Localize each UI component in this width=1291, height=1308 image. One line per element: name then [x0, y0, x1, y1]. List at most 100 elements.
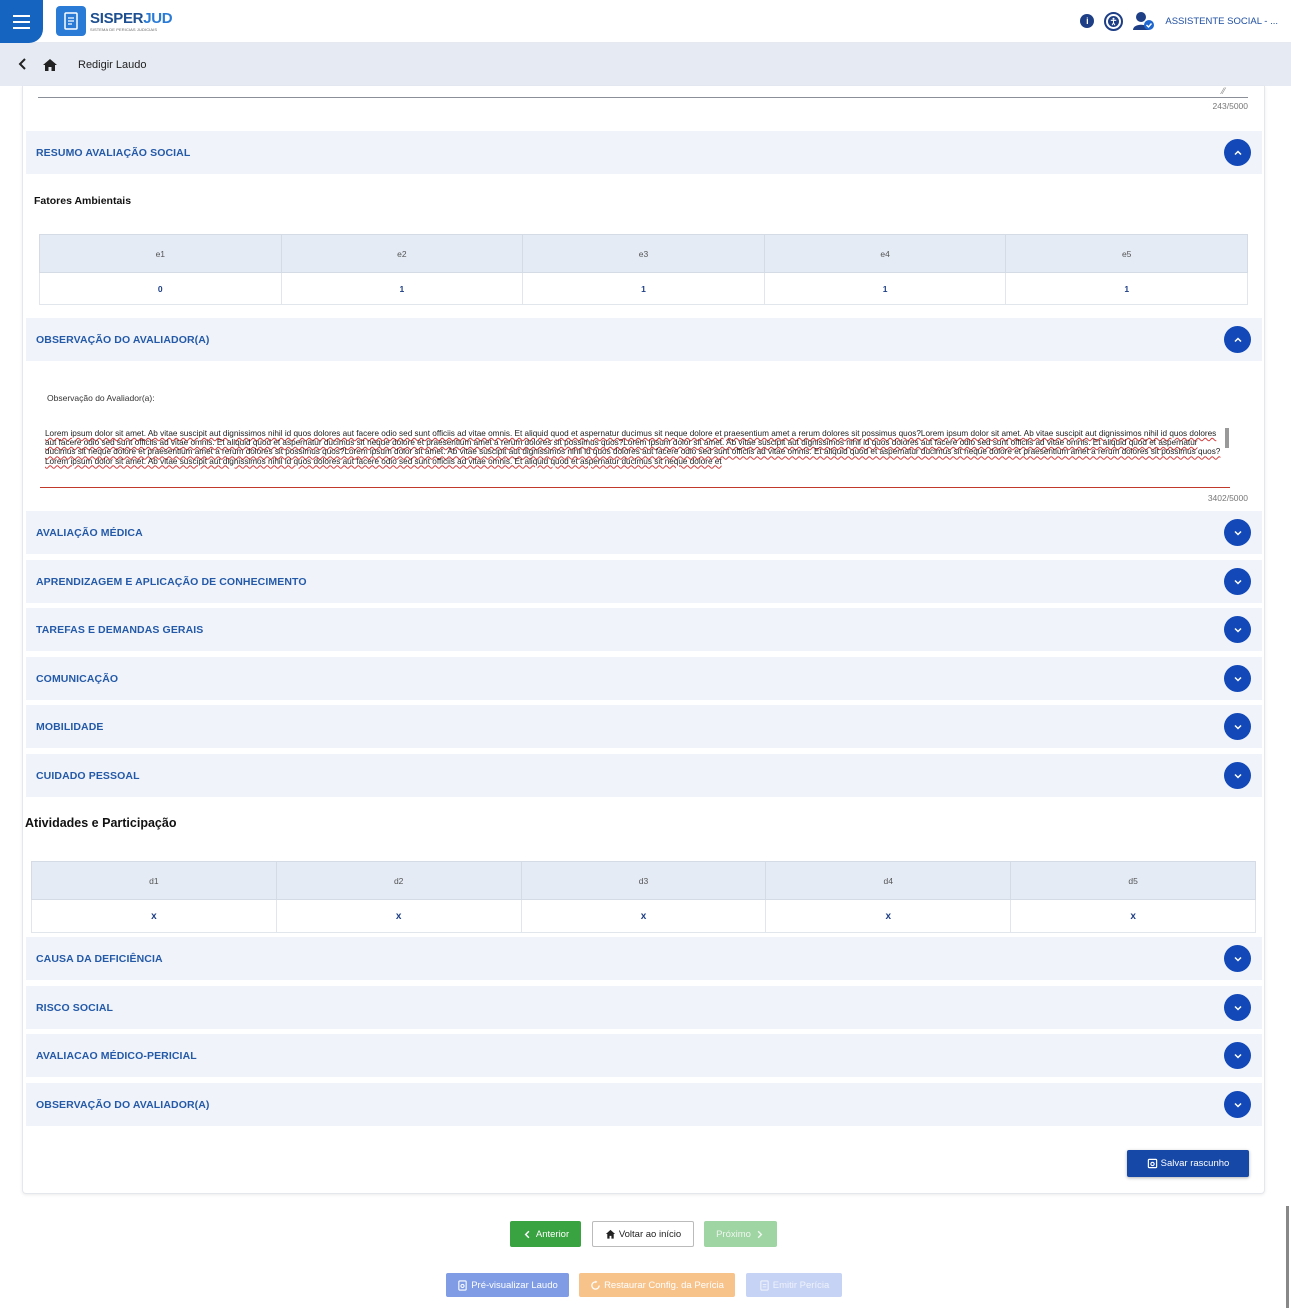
- section-title: AVALIAÇÃO MÉDICA: [36, 526, 143, 539]
- breadcrumb-current: Redigir Laudo: [78, 58, 147, 71]
- document-icon: [56, 6, 86, 36]
- table-header: d3: [520, 861, 767, 900]
- section-title: TAREFAS E DEMANDAS GERAIS: [36, 623, 204, 636]
- section-title: COMUNICAÇÃO: [36, 672, 119, 685]
- previous-button[interactable]: Anterior: [510, 1221, 581, 1247]
- restore-config-button[interactable]: Restaurar Config. da Perícia: [579, 1273, 735, 1297]
- section-title: AVALIACAO MÉDICO-PERICIAL: [36, 1049, 197, 1062]
- table-header: e4: [763, 234, 1007, 273]
- chevron-down-icon[interactable]: [1224, 1042, 1251, 1069]
- table-cell: 1: [280, 272, 524, 305]
- section-aprendizagem[interactable]: APRENDIZAGEM E APLICAÇÃO DE CONHECIMENTO: [26, 560, 1262, 603]
- section-resumo-avaliacao-social[interactable]: RESUMO AVALIAÇÃO SOCIAL: [26, 131, 1262, 174]
- home-icon[interactable]: [42, 58, 58, 72]
- textarea-scrollbar[interactable]: [1225, 428, 1229, 448]
- textarea-resize-handle[interactable]: ⁄⁄: [1222, 86, 1225, 96]
- table-header: e3: [522, 234, 765, 273]
- section-causa-deficiencia[interactable]: CAUSA DA DEFICIÊNCIA: [26, 937, 1262, 980]
- section-title: RESUMO AVALIAÇÃO SOCIAL: [36, 146, 191, 159]
- section-mobilidade[interactable]: MOBILIDADE: [26, 705, 1262, 748]
- preview-icon: [458, 1279, 467, 1291]
- section-comunicacao[interactable]: COMUNICAÇÃO: [26, 657, 1262, 700]
- previous-label: Anterior: [535, 1228, 570, 1240]
- section-avaliacao-medico-pericial[interactable]: AVALIACAO MÉDICO-PERICIAL: [26, 1034, 1262, 1077]
- chevron-down-icon[interactable]: [1224, 945, 1251, 972]
- menu-icon: [13, 13, 30, 31]
- table-header: d2: [275, 861, 522, 900]
- logo-title: SISPERJUD: [90, 9, 173, 27]
- accessibility-icon[interactable]: [1104, 11, 1124, 31]
- section-avaliacao-medica[interactable]: AVALIAÇÃO MÉDICA: [26, 511, 1262, 554]
- emit-report-button[interactable]: Emitir Perícia: [746, 1273, 842, 1297]
- table-header: e2: [280, 234, 524, 273]
- breadcrumb: Redigir Laudo: [0, 43, 1291, 86]
- char-counter: 243/5000: [1212, 101, 1248, 111]
- previous-textarea-border: [38, 97, 1248, 98]
- back-to-start-button[interactable]: Voltar ao início: [592, 1221, 694, 1247]
- chevron-down-icon[interactable]: [1224, 665, 1251, 692]
- table-cell: 1: [1005, 272, 1248, 305]
- chevron-up-icon[interactable]: [1224, 326, 1251, 353]
- chevron-down-icon[interactable]: [1224, 568, 1251, 595]
- section-risco-social[interactable]: RISCO SOCIAL: [26, 986, 1262, 1029]
- section-title: APRENDIZAGEM E APLICAÇÃO DE CONHECIMENTO: [36, 575, 307, 588]
- info-icon[interactable]: i: [1080, 14, 1095, 28]
- app-logo[interactable]: SISPERJUD SISTEMA DE PERICIAS JUDICIAIS: [56, 6, 173, 36]
- table-cell: x: [520, 899, 767, 933]
- fatores-table: e1 e2 e3 e4 e5 0 1 1 1 1: [39, 234, 1248, 305]
- chevron-down-icon[interactable]: [1224, 762, 1251, 789]
- next-button[interactable]: Próximo: [704, 1221, 777, 1247]
- section-title: CAUSA DA DEFICIÊNCIA: [36, 952, 163, 965]
- chevron-down-icon[interactable]: [1224, 616, 1251, 643]
- observacao-field-label: Observação do Avaliador(a):: [47, 393, 155, 403]
- refresh-icon: [591, 1279, 600, 1290]
- back-to-start-label: Voltar ao início: [618, 1228, 682, 1240]
- section-tarefas[interactable]: TAREFAS E DEMANDAS GERAIS: [26, 608, 1262, 651]
- char-counter: 3402/5000: [1207, 493, 1248, 503]
- user-settings-icon[interactable]: [1133, 11, 1155, 31]
- chevron-up-icon[interactable]: [1224, 139, 1251, 166]
- table-cell: x: [1010, 899, 1256, 933]
- save-draft-label: Salvar rascunho: [1160, 1158, 1230, 1169]
- table-header: d5: [1010, 861, 1256, 900]
- preview-report-button[interactable]: Pré-visualizar Laudo: [446, 1273, 569, 1297]
- table-cell: 1: [522, 272, 765, 305]
- observacao-text: Lorem ipsum dolor sit amet. Ab vitae sus…: [45, 429, 1221, 466]
- save-draft-button[interactable]: Salvar rascunho: [1127, 1150, 1249, 1177]
- save-icon: [1147, 1158, 1157, 1169]
- table-header: e1: [39, 234, 282, 273]
- menu-button[interactable]: [0, 0, 43, 43]
- table-cell: 0: [39, 272, 282, 305]
- home-icon: [605, 1229, 615, 1239]
- chevron-down-icon[interactable]: [1224, 519, 1251, 546]
- table-header: e5: [1005, 234, 1248, 273]
- chevron-down-icon[interactable]: [1224, 713, 1251, 740]
- next-label: Próximo: [716, 1228, 751, 1240]
- section-title: MOBILIDADE: [36, 720, 104, 733]
- atividades-table: d1 d2 d3 d4 d5 x x x x x: [31, 861, 1256, 933]
- chevron-right-icon: [757, 1230, 763, 1238]
- back-icon[interactable]: [18, 57, 32, 73]
- emit-report-label: Emitir Perícia: [772, 1279, 830, 1291]
- section-title: RISCO SOCIAL: [36, 1001, 114, 1014]
- chevron-down-icon[interactable]: [1224, 1091, 1251, 1118]
- logo-subtitle: SISTEMA DE PERICIAS JUDICIAIS: [90, 26, 158, 32]
- page-scrollbar[interactable]: [1286, 1206, 1289, 1308]
- restore-config-label: Restaurar Config. da Perícia: [604, 1279, 724, 1291]
- section-observacao-avaliador[interactable]: OBSERVAÇÃO DO AVALIADOR(A): [26, 318, 1262, 361]
- table-cell: x: [275, 899, 522, 933]
- table-header: d4: [765, 861, 1012, 900]
- user-role-label[interactable]: ASSISTENTE SOCIAL - ...: [1165, 16, 1278, 27]
- section-observacao-avaliador-2[interactable]: OBSERVAÇÃO DO AVALIADOR(A): [26, 1083, 1262, 1126]
- preview-report-label: Pré-visualizar Laudo: [471, 1279, 558, 1291]
- section-title: CUIDADO PESSOAL: [36, 769, 140, 782]
- table-cell: 1: [763, 272, 1007, 305]
- atividades-title: Atividades e Participação: [25, 816, 177, 830]
- document-icon: [760, 1279, 769, 1291]
- table-cell: x: [31, 899, 277, 933]
- chevron-down-icon[interactable]: [1224, 994, 1251, 1021]
- observacao-textarea[interactable]: Lorem ipsum dolor sit amet. Ab vitae sus…: [40, 427, 1230, 488]
- fatores-ambientais-title: Fatores Ambientais: [34, 195, 132, 207]
- section-title: OBSERVAÇÃO DO AVALIADOR(A): [36, 333, 210, 346]
- section-cuidado-pessoal[interactable]: CUIDADO PESSOAL: [26, 754, 1262, 797]
